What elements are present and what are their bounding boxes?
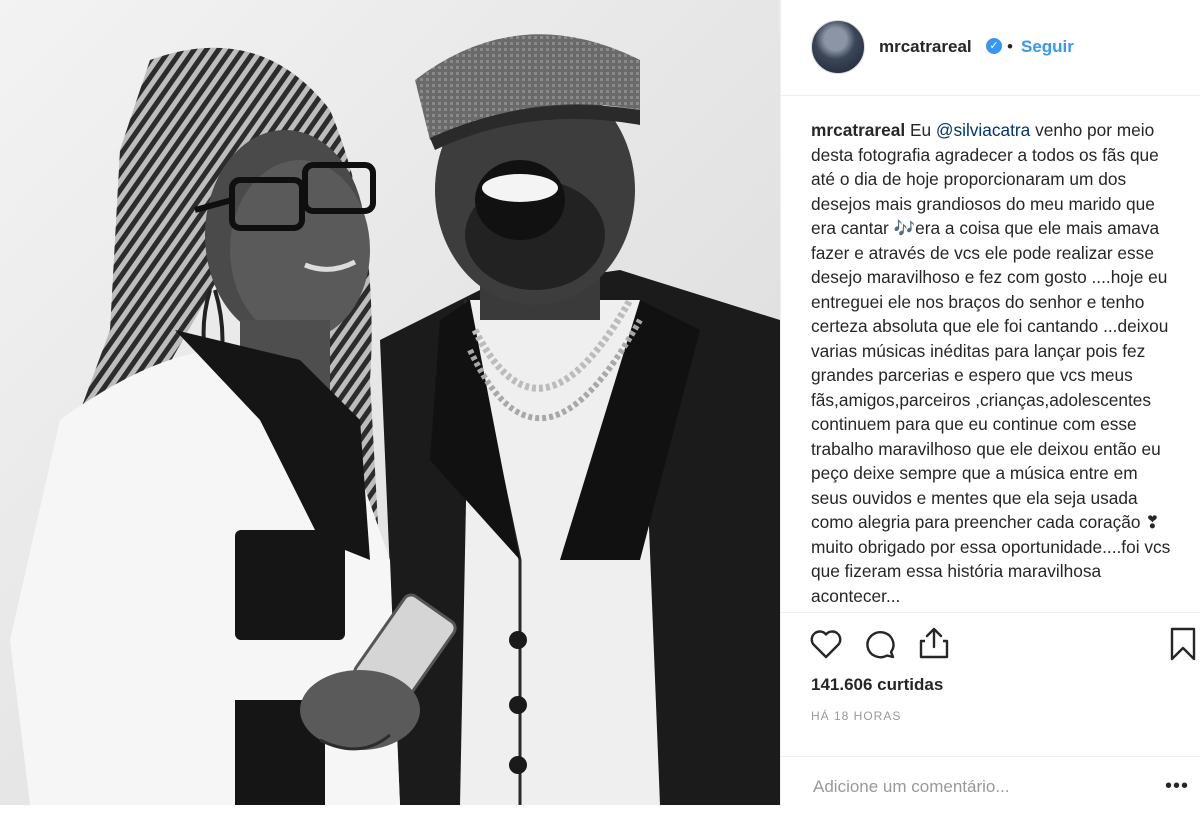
post-actions-area: 141.606 curtidas HÁ 18 HORAS ••• [781,612,1200,827]
separator-dot: • [1007,37,1013,56]
post-timestamp[interactable]: HÁ 18 HORAS [811,709,901,723]
caption-prefix: Eu [909,120,936,140]
caption-username[interactable]: mrcatrareal [811,120,905,140]
share-icon[interactable] [917,626,951,660]
post-side-panel: mrcatrareal ✓ • Seguir mrcatrareal Eu @s… [780,0,1200,827]
post-photo[interactable] [0,0,780,805]
caption-mention-link[interactable]: @silviacatra [936,120,1030,140]
caption-text: venho por meio desta fotografia agradece… [811,120,1171,606]
photo-illustration [0,0,780,805]
post-header: mrcatrareal ✓ • Seguir [781,0,1200,96]
more-options-icon[interactable]: ••• [1165,775,1189,798]
header-username[interactable]: mrcatrareal [879,37,972,57]
comment-input[interactable] [811,771,1145,803]
verified-badge-icon: ✓ [986,38,1002,54]
like-count[interactable]: 141.606 curtidas [811,675,943,695]
comment-form: ••• [781,756,1200,828]
bookmark-icon[interactable] [1169,626,1197,662]
avatar[interactable] [811,20,865,74]
follow-button[interactable]: Seguir [1021,37,1074,57]
post-caption: mrcatrareal Eu @silviacatra venho por me… [811,118,1171,614]
heart-icon[interactable] [809,628,843,660]
comment-bubble-icon[interactable] [863,628,897,660]
